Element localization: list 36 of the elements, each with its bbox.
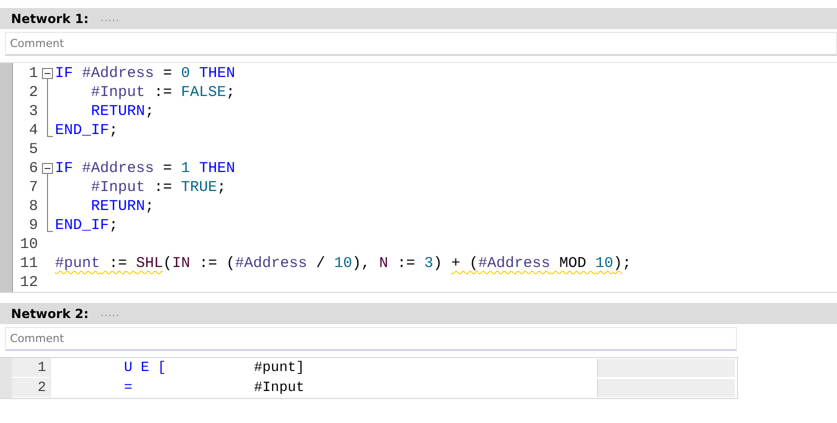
line-number: 11 <box>18 255 38 272</box>
operand-cell-text: #punt] <box>254 359 306 378</box>
code-line: IF #Address = 0 THEN <box>55 65 236 82</box>
line-number: 12 <box>18 274 38 291</box>
comment-cell[interactable] <box>597 379 735 397</box>
line-number: 4 <box>28 122 38 139</box>
title-input-field[interactable]: ..... <box>100 308 120 318</box>
line-number: 8 <box>28 198 38 215</box>
code-editor[interactable]: 1 IF #Address = 0 THEN 2 #Input := FALSE; 3 RETURN; 4 END_IF; 5 6 IF #Address = 1 THEN 7 #Input := TRUE; 8 RETURN; 9 END_IF; 10 11 #punt := SHL(IN := (#Address / 10), N := 3) + (#Address MOD 10); 12 <box>0 62 837 293</box>
line-number: 1 <box>12 358 50 378</box>
code-line: END_IF; <box>55 122 118 139</box>
instruction-cell: U E [ <box>50 358 254 378</box>
line-number: 9 <box>28 217 38 234</box>
code-line: #Input := FALSE; <box>90 84 236 101</box>
line-number: 6 <box>28 160 38 177</box>
code-line: END_IF; <box>55 217 118 234</box>
line-number: 3 <box>28 103 38 120</box>
code-line: #Input := TRUE; <box>90 179 226 196</box>
comment-field[interactable]: Comment <box>5 327 737 351</box>
comment-field[interactable]: Comment <box>5 32 837 56</box>
code-line: #punt := SHL(IN := (#Address / 10), N := 3) + (#Address MOD 10); <box>55 255 632 272</box>
title-input-field[interactable]: ..... <box>100 14 120 24</box>
instruction-cell: = <box>50 378 254 398</box>
line-number: 2 <box>12 378 50 398</box>
line-number: 10 <box>18 236 38 253</box>
comment-cell[interactable] <box>597 359 735 377</box>
network-title: Network 2: <box>11 306 89 321</box>
operand-cell-text: #Input <box>254 379 306 398</box>
line-number: 2 <box>28 84 38 101</box>
code-line: IF #Address = 1 THEN <box>55 160 236 177</box>
code-line: RETURN; <box>90 198 154 215</box>
line-number: 7 <box>28 179 38 196</box>
line-number: 1 <box>28 65 38 82</box>
network-title: Network 1: <box>11 11 89 26</box>
line-number: 5 <box>28 141 38 158</box>
code-line: RETURN; <box>90 103 154 120</box>
